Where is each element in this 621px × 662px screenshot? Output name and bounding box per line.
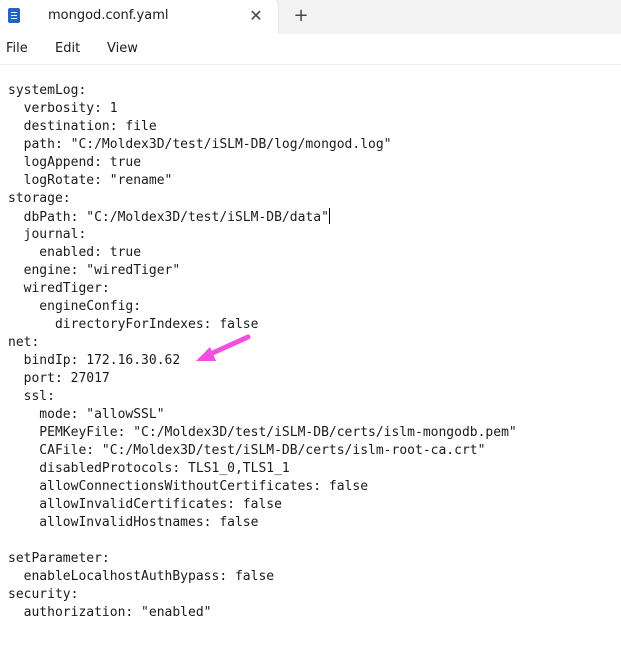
editor-line: enableLocalhostAuthBypass: false bbox=[8, 569, 275, 584]
editor-line: storage: bbox=[8, 191, 71, 206]
tab-title: mongod.conf.yaml bbox=[48, 8, 169, 23]
editor-line: verbosity: 1 bbox=[8, 101, 118, 116]
editor-line: logRotate: "rename" bbox=[8, 173, 173, 188]
editor-line: directoryForIndexes: false bbox=[8, 317, 259, 332]
editor-line: disabledProtocols: TLS1_0,TLS1_1 bbox=[8, 461, 290, 476]
menu-view[interactable]: View bbox=[107, 41, 138, 56]
new-tab-button[interactable]: + bbox=[292, 6, 310, 26]
editor-line: security: bbox=[8, 587, 79, 602]
editor-line: logAppend: true bbox=[8, 155, 142, 170]
pink-arrow-icon bbox=[196, 334, 251, 361]
editor-line: dbPath: "C:/Moldex3D/test/iSLM-DB/data" bbox=[8, 208, 330, 225]
editor-line: CAFile: "C:/Moldex3D/test/iSLM-DB/certs/… bbox=[8, 443, 486, 458]
editor-line: net: bbox=[8, 335, 40, 350]
editor-line: bindIp: 172.16.30.62 bbox=[8, 353, 181, 368]
editor-line: journal: bbox=[8, 227, 87, 242]
editor-line: authorization: "enabled" bbox=[8, 605, 212, 620]
editor-line: ssl: bbox=[8, 389, 55, 404]
menu-edit[interactable]: Edit bbox=[55, 41, 80, 56]
editor-line: enabled: true bbox=[8, 245, 142, 260]
editor-line: allowInvalidCertificates: false bbox=[8, 497, 282, 512]
text-caret bbox=[328, 208, 330, 224]
editor-line: destination: file bbox=[8, 119, 157, 134]
editor-line: PEMKeyFile: "C:/Moldex3D/test/iSLM-DB/ce… bbox=[8, 425, 517, 440]
editor-line: setParameter: bbox=[8, 551, 110, 566]
editor-line: wiredTiger: bbox=[8, 281, 110, 296]
editor-line: mode: "allowSSL" bbox=[8, 407, 165, 422]
editor-line: allowConnectionsWithoutCertificates: fal… bbox=[8, 479, 369, 494]
tab-mongod-conf[interactable]: mongod.conf.yaml ✕ bbox=[0, 0, 279, 34]
editor-line: systemLog: bbox=[8, 83, 87, 98]
editor-line: engineConfig: bbox=[8, 299, 142, 314]
editor-content[interactable]: systemLog: verbosity: 1 destination: fil… bbox=[8, 82, 517, 622]
menu-bar: File Edit View bbox=[0, 34, 621, 65]
editor-line: path: "C:/Moldex3D/test/iSLM-DB/log/mong… bbox=[8, 137, 392, 152]
editor-line: engine: "wiredTiger" bbox=[8, 263, 181, 278]
close-icon[interactable]: ✕ bbox=[248, 6, 264, 26]
notepad-icon bbox=[8, 8, 20, 23]
editor-line: allowInvalidHostnames: false bbox=[8, 515, 259, 530]
editor-line: port: 27017 bbox=[8, 371, 110, 386]
menu-file[interactable]: File bbox=[6, 41, 28, 56]
text-editor[interactable]: systemLog: verbosity: 1 destination: fil… bbox=[0, 65, 621, 662]
tab-bar: mongod.conf.yaml ✕ + bbox=[0, 0, 621, 35]
